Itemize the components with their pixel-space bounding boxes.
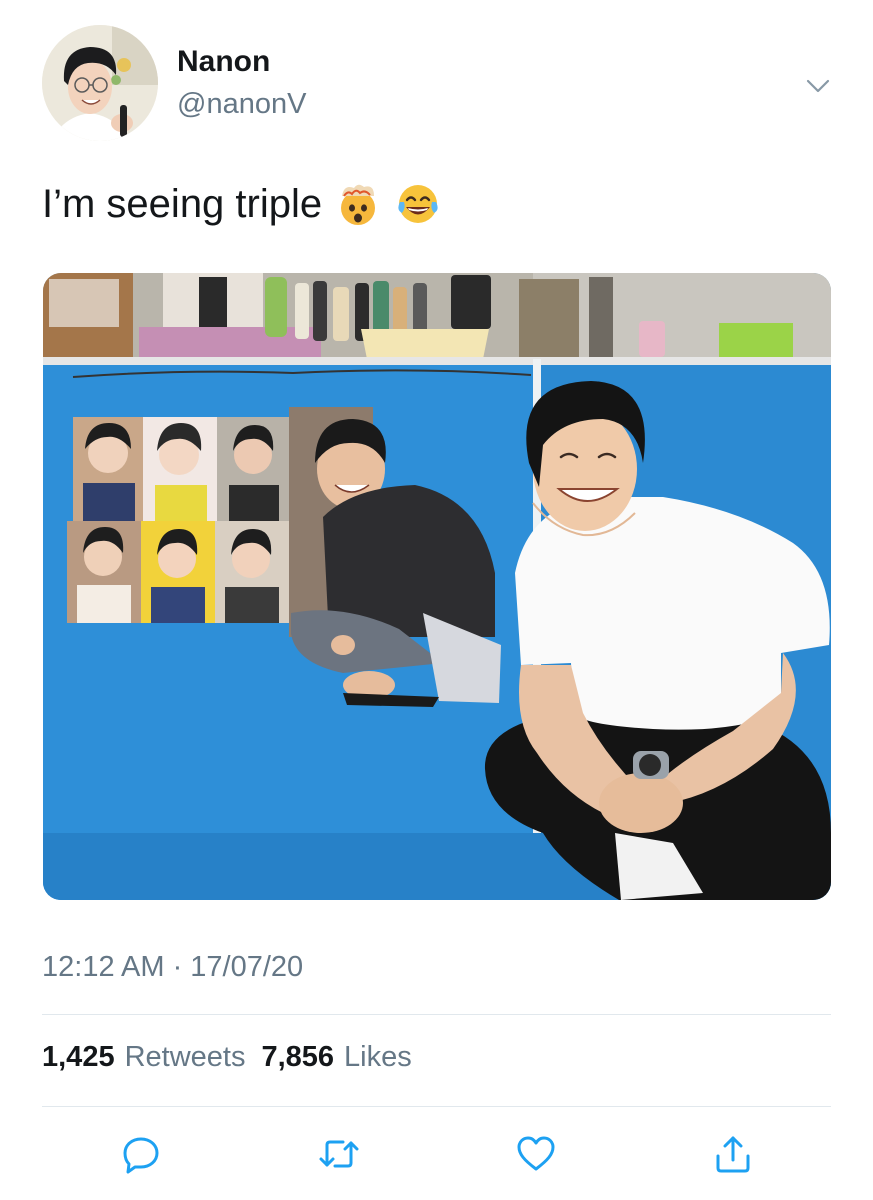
- retweets-stat[interactable]: 1,425 Retweets: [42, 1041, 245, 1074]
- retweet-button[interactable]: [317, 1132, 361, 1176]
- retweets-count: 1,425: [42, 1041, 115, 1073]
- retweet-icon: [319, 1140, 359, 1168]
- photo-illustration: [43, 273, 831, 900]
- tweet-text: I’m seeing triple: [42, 180, 442, 228]
- reply-button[interactable]: [119, 1132, 163, 1176]
- divider: [42, 1014, 831, 1015]
- tweet-card: Nanon @nanonV I’m seeing triple 12:12 AM…: [0, 0, 873, 1200]
- likes-count: 7,856: [261, 1041, 335, 1073]
- engagement-stats: 1,425 Retweets 7,856 Likes: [42, 1041, 428, 1074]
- heart-icon: [517, 1136, 555, 1171]
- likes-stat[interactable]: 7,856 Likes: [261, 1041, 411, 1074]
- share-button[interactable]: [711, 1132, 755, 1176]
- retweets-label: Retweets: [124, 1041, 246, 1073]
- like-button[interactable]: [514, 1132, 558, 1176]
- user-handle[interactable]: @nanonV: [177, 88, 306, 121]
- tweet-timestamp[interactable]: 12:12 AM · 17/07/20: [42, 951, 303, 984]
- chevron-down-icon[interactable]: [802, 70, 834, 102]
- tweet-text-body: I’m seeing triple: [42, 181, 323, 226]
- display-name[interactable]: Nanon: [177, 45, 270, 79]
- reply-icon: [123, 1137, 159, 1174]
- tweet-photo[interactable]: [43, 273, 831, 900]
- divider: [42, 1106, 831, 1107]
- avatar[interactable]: [42, 25, 158, 141]
- avatar-image: [42, 25, 158, 141]
- share-icon: [716, 1136, 750, 1173]
- exploding-head-icon: [334, 180, 382, 228]
- face-with-tears-of-joy-icon: [394, 180, 442, 228]
- likes-label: Likes: [344, 1041, 412, 1073]
